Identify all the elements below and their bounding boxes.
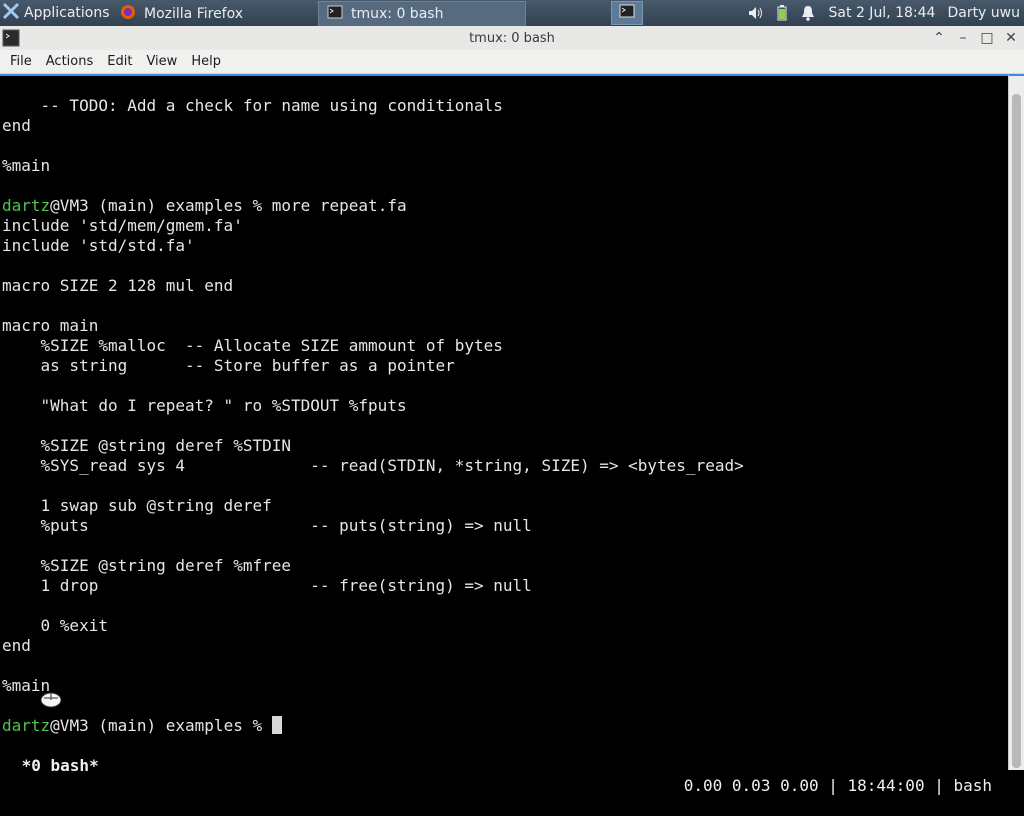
volume-icon[interactable] [743, 6, 769, 20]
tmux-window-list[interactable]: *0 bash* [12, 756, 99, 776]
line-text: -- TODO: Add a check for name using cond… [2, 96, 503, 115]
terminal-line: end [2, 636, 744, 656]
line-text: %SIZE @string deref %STDIN [2, 436, 291, 455]
menu-edit[interactable]: Edit [100, 54, 139, 69]
line-text: macro SIZE 2 128 mul end [2, 276, 234, 295]
terminal-line: %main [2, 156, 744, 176]
terminal-output: -- TODO: Add a check for name using cond… [2, 96, 744, 736]
terminal-line: %main [2, 676, 744, 696]
line-text: end [2, 636, 31, 655]
panel-clock[interactable]: Sat 2 Jul, 18:44 [821, 5, 948, 21]
minimize-icon[interactable]: – [954, 30, 972, 46]
line-text: %SYS_read sys 4 -- read(STDIN, *string, … [2, 456, 744, 475]
taskbar-item-label: tmux: 0 bash [351, 6, 444, 22]
terminal-line: %SIZE %malloc -- Allocate SIZE ammount o… [2, 336, 744, 356]
text-cursor [271, 716, 282, 734]
roll-up-icon[interactable]: ⌃ [930, 30, 948, 46]
terminal-line: %puts -- puts(string) => null [2, 516, 744, 536]
top-panel: Applications ≡ Mozilla Firefox tmux: 0 b… [0, 0, 1024, 26]
terminal-line: 1 drop -- free(string) => null [2, 576, 744, 596]
firefox-icon [120, 4, 136, 24]
taskbar-item-firefox[interactable]: Mozilla Firefox [112, 2, 318, 26]
window-titlebar[interactable]: tmux: 0 bash ⌃ – □ ✕ [0, 26, 1024, 51]
terminal-line: include 'std/std.fa' [2, 236, 744, 256]
line-text: %SIZE %malloc -- Allocate SIZE ammount o… [2, 336, 503, 355]
line-text: %puts -- puts(string) => null [2, 516, 532, 535]
line-text: include 'std/std.fa' [2, 236, 195, 255]
prompt-user: dartz [2, 196, 51, 215]
terminal-view[interactable]: -- TODO: Add a check for name using cond… [0, 74, 1008, 795]
line-text: 1 drop -- free(string) => null [2, 576, 532, 595]
close-icon[interactable]: ✕ [1002, 30, 1020, 46]
menu-bar: File Actions Edit View Help [0, 50, 1024, 74]
prompt-user: dartz [2, 716, 51, 735]
terminal-line: macro main [2, 316, 744, 336]
menu-actions[interactable]: Actions [39, 54, 101, 69]
terminal-line: -- TODO: Add a check for name using cond… [2, 96, 744, 116]
system-tray: Sat 2 Jul, 18:44 Darty uwu [610, 0, 1024, 26]
scrollbar-thumb[interactable] [1012, 94, 1021, 768]
terminal-line: end [2, 116, 744, 136]
terminal-line: 0 %exit [2, 616, 744, 636]
window-controls: ⌃ – □ ✕ [930, 26, 1020, 50]
menu-help[interactable]: Help [184, 54, 228, 69]
mouse-cursor-icon [38, 688, 64, 712]
line-text: "What do I repeat? " ro %STDOUT %fputs [2, 396, 407, 415]
line-text: @VM3 (main) examples % more repeat.fa [50, 196, 407, 215]
taskbar-item-label: Mozilla Firefox [144, 5, 244, 22]
tmux-status-right: 0.00 0.03 0.00 | 18:44:00 | bash [683, 776, 992, 795]
menu-view[interactable]: View [139, 54, 184, 69]
terminal-line: macro SIZE 2 128 mul end [2, 276, 744, 296]
terminal-line: 1 swap sub @string deref [2, 496, 744, 516]
terminal-launcher-button[interactable] [610, 1, 643, 25]
terminal-line: %SIZE @string deref %STDIN [2, 436, 744, 456]
terminal-scrollbar[interactable] [1008, 74, 1024, 770]
terminal-line: %SIZE @string deref %mfree [2, 556, 744, 576]
window-title: tmux: 0 bash [469, 30, 555, 46]
line-text: end [2, 116, 31, 135]
line-text: %SIZE @string deref %mfree [2, 556, 291, 575]
line-text: %main [2, 156, 51, 175]
notification-bell-icon[interactable] [795, 5, 821, 21]
menu-file[interactable]: File [0, 54, 39, 69]
maximize-icon[interactable]: □ [978, 30, 996, 46]
line-text: 0 %exit [2, 616, 108, 635]
tmux-status-bar: *0 bash* 0.00 0.03 0.00 | 18:44:00 | bas… [0, 736, 1008, 795]
applications-label: Applications [24, 5, 110, 21]
line-text: @VM3 (main) examples % [50, 716, 272, 735]
applications-menu-button[interactable]: Applications ≡ [0, 0, 112, 26]
terminal-line: as string -- Store buffer as a pointer [2, 356, 744, 376]
user-menu[interactable]: Darty uwu [947, 5, 1024, 21]
prompt-line: dartz@VM3 (main) examples % [2, 716, 744, 736]
taskbar-item-tmux[interactable]: tmux: 0 bash [318, 1, 526, 26]
battery-icon[interactable] [769, 5, 795, 21]
line-text: include 'std/mem/gmem.fa' [2, 216, 243, 235]
prompt-line: dartz@VM3 (main) examples % more repeat.… [2, 196, 744, 216]
xfce-logo-icon [2, 2, 20, 24]
terminal-icon [327, 4, 343, 24]
terminal-icon [619, 4, 635, 22]
line-text: macro main [2, 316, 99, 335]
terminal-line: "What do I repeat? " ro %STDOUT %fputs [2, 396, 744, 416]
terminal-line: include 'std/mem/gmem.fa' [2, 216, 744, 236]
line-text: 1 swap sub @string deref [2, 496, 272, 515]
line-text: as string -- Store buffer as a pointer [2, 356, 455, 375]
terminal-line: %SYS_read sys 4 -- read(STDIN, *string, … [2, 456, 744, 476]
